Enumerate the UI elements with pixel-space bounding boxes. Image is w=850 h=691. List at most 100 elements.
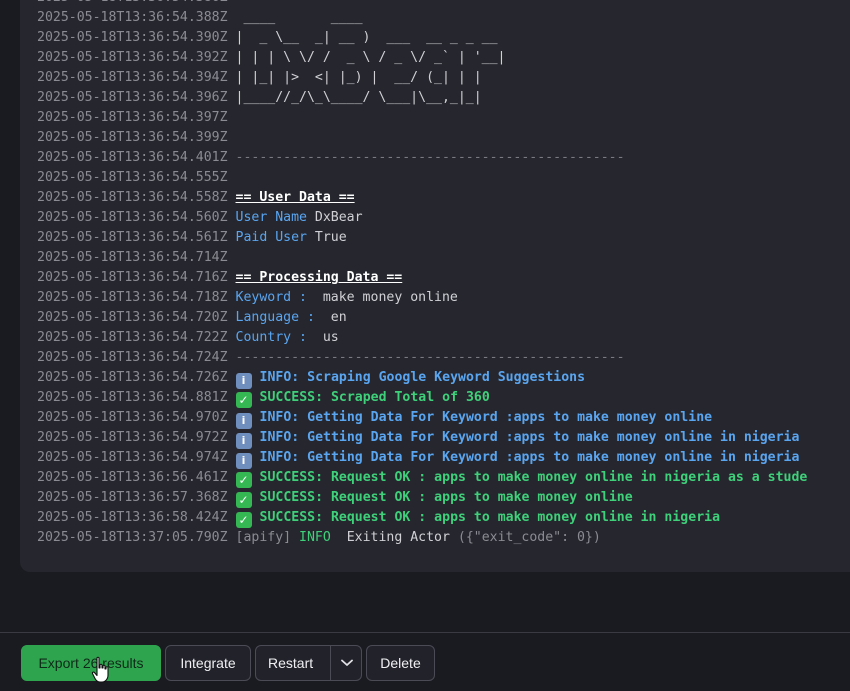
log-field-value: us [306, 330, 339, 345]
check-mark-icon: ✓ [235, 472, 252, 488]
log-line: 2025-05-18T13:36:54.716Z == Processing D… [37, 268, 402, 288]
check-mark-icon: ✓ [235, 512, 252, 528]
log-line: 2025-05-18T13:36:58.424Z ✓ SUCCESS: Reque… [37, 508, 720, 528]
delete-button[interactable]: Delete [366, 645, 435, 681]
log-line: 2025-05-18T13:36:54.724Z ---------------… [37, 348, 625, 368]
log-message: | | | \ \/ / _ \ / _ \/ _` | '__| [235, 50, 506, 65]
log-line: 2025-05-18T13:36:54.396Z |____//_/\_\___… [37, 88, 482, 108]
log-line: 2025-05-18T13:36:54.714Z [37, 248, 236, 268]
log-section-heading: == Processing Data == [235, 270, 403, 285]
log-info-message: INFO: Getting Data For Keyword :apps to … [259, 430, 800, 445]
log-timestamp: 2025-05-18T13:36:54.722Z [37, 330, 228, 345]
log-timestamp: 2025-05-18T13:36:58.424Z [37, 510, 228, 525]
log-line: 2025-05-18T13:36:54.390Z | _ \__ _| __ )… [37, 28, 498, 48]
log-field-key: Language : [235, 310, 315, 325]
log-success-message: SUCCESS: Request OK : apps to make money… [259, 510, 721, 525]
log-line: 2025-05-18T13:36:54.399Z [37, 128, 236, 148]
log-info-message: INFO: Scraping Google Keyword Suggestion… [259, 370, 586, 385]
log-message: ____ ____ [235, 10, 363, 25]
log-field-value: True [306, 230, 347, 245]
log-timestamp: 2025-05-18T13:36:54.392Z [37, 50, 228, 65]
restart-split-button: Restart [255, 645, 362, 681]
log-timestamp: 2025-05-18T13:36:54.555Z [37, 170, 228, 185]
log-output-panel: 2025-05-18T13:36:54.386Z 2025-05-18T13:3… [20, 0, 850, 572]
log-line: 2025-05-18T13:36:54.974Z i INFO: Getting … [37, 448, 800, 469]
log-timestamp: 2025-05-18T13:36:54.401Z [37, 150, 228, 165]
log-line: 2025-05-18T13:36:54.726Z i INFO: Scraping… [37, 368, 586, 389]
log-line: 2025-05-18T13:36:54.881Z ✓ SUCCESS: Scrap… [37, 388, 490, 408]
log-timestamp: 2025-05-18T13:36:54.560Z [37, 210, 228, 225]
integrate-button[interactable]: Integrate [165, 645, 251, 681]
log-success-message: SUCCESS: Scraped Total of 360 [259, 390, 490, 405]
log-message: | _ \__ _| __ ) ___ __ _ _ __ [235, 30, 498, 45]
log-timestamp: 2025-05-18T13:36:54.714Z [37, 250, 228, 265]
chevron-down-icon[interactable] [331, 646, 362, 680]
log-timestamp: 2025-05-18T13:36:54.399Z [37, 130, 228, 145]
log-timestamp: 2025-05-18T13:36:54.726Z [37, 370, 228, 385]
restart-button[interactable]: Restart [256, 655, 330, 671]
log-line: 2025-05-18T13:36:54.561Z Paid User True [37, 228, 347, 248]
log-source-tag: [apify] [235, 530, 292, 545]
log-line: 2025-05-18T13:36:54.972Z i INFO: Getting … [37, 428, 800, 449]
log-exit-message: Exiting Actor [346, 530, 450, 545]
information-icon: i [235, 413, 252, 429]
log-timestamp: 2025-05-18T13:36:54.388Z [37, 10, 228, 25]
log-timestamp: 2025-05-18T13:36:57.368Z [37, 490, 228, 505]
log-line: 2025-05-18T13:36:54.560Z User Name DxBea… [37, 208, 363, 228]
log-line: 2025-05-18T13:36:54.394Z | |_| |> <| |_)… [37, 68, 482, 88]
log-timestamp: 2025-05-18T13:36:54.386Z [37, 0, 228, 5]
log-timestamp: 2025-05-18T13:36:54.881Z [37, 390, 228, 405]
log-timestamp: 2025-05-18T13:36:54.390Z [37, 30, 228, 45]
log-message: |____//_/\_\____/ \___|\__,_|_| [235, 90, 482, 105]
log-line: 2025-05-18T13:36:54.555Z [37, 168, 236, 188]
log-timestamp: 2025-05-18T13:36:54.561Z [37, 230, 228, 245]
log-exit-code: ({"exit_code": 0}) [457, 530, 601, 545]
check-mark-icon: ✓ [235, 492, 252, 508]
log-line: 2025-05-18T13:36:54.718Z Keyword : make … [37, 288, 458, 308]
log-line: 2025-05-18T13:36:54.558Z == User Data == [37, 188, 355, 208]
log-info-message: INFO: Getting Data For Keyword :apps to … [259, 410, 713, 425]
log-timestamp: 2025-05-18T13:36:54.558Z [37, 190, 228, 205]
log-timestamp: 2025-05-18T13:36:54.718Z [37, 290, 228, 305]
log-line: 2025-05-18T13:36:54.722Z Country : us [37, 328, 339, 348]
log-timestamp: 2025-05-18T13:37:05.790Z [37, 530, 228, 545]
integrate-button-label: Integrate [180, 655, 236, 671]
information-icon: i [235, 433, 252, 449]
log-level: INFO [299, 530, 331, 545]
log-timestamp: 2025-05-18T13:36:54.394Z [37, 70, 228, 85]
log-success-message: SUCCESS: Request OK : apps to make money… [259, 470, 808, 485]
log-line: 2025-05-18T13:36:54.386Z [37, 0, 236, 8]
log-timestamp: 2025-05-18T13:36:54.716Z [37, 270, 228, 285]
information-icon: i [235, 453, 252, 469]
log-line: 2025-05-18T13:36:54.720Z Language : en [37, 308, 347, 328]
log-timestamp: 2025-05-18T13:36:56.461Z [37, 470, 228, 485]
check-mark-icon: ✓ [235, 392, 252, 408]
log-field-value: DxBear [306, 210, 363, 225]
log-field-value: make money online [306, 290, 458, 305]
log-line: 2025-05-18T13:36:54.397Z [37, 108, 236, 128]
log-timestamp: 2025-05-18T13:36:54.972Z [37, 430, 228, 445]
log-line: 2025-05-18T13:36:54.401Z ---------------… [37, 148, 625, 168]
log-line: 2025-05-18T13:36:57.368Z ✓ SUCCESS: Reque… [37, 488, 633, 508]
log-separator: ----------------------------------------… [235, 150, 625, 165]
log-timestamp: 2025-05-18T13:36:54.724Z [37, 350, 228, 365]
log-field-key: Paid User [235, 230, 307, 245]
hand-pointer-cursor-icon [91, 656, 109, 683]
log-timestamp: 2025-05-18T13:36:54.720Z [37, 310, 228, 325]
log-timestamp: 2025-05-18T13:36:54.974Z [37, 450, 228, 465]
log-timestamp: 2025-05-18T13:36:54.970Z [37, 410, 228, 425]
log-timestamp: 2025-05-18T13:36:54.397Z [37, 110, 228, 125]
log-line: 2025-05-18T13:36:54.388Z ____ ____ [37, 8, 363, 28]
log-section-heading: == User Data == [235, 190, 355, 205]
log-info-message: INFO: Getting Data For Keyword :apps to … [259, 450, 800, 465]
log-line: 2025-05-18T13:36:54.392Z | | | \ \/ / _ … [37, 48, 505, 68]
delete-button-label: Delete [380, 655, 421, 671]
log-field-value: en [314, 310, 347, 325]
information-icon: i [235, 373, 252, 389]
log-success-message: SUCCESS: Request OK : apps to make money… [259, 490, 633, 505]
log-line: 2025-05-18T13:36:54.970Z i INFO: Getting … [37, 408, 713, 429]
log-message: | |_| |> <| |_) | __/ (_| | | [235, 70, 482, 85]
log-timestamp: 2025-05-18T13:36:54.396Z [37, 90, 228, 105]
log-field-key: User Name [235, 210, 307, 225]
log-field-key: Keyword : [235, 290, 307, 305]
